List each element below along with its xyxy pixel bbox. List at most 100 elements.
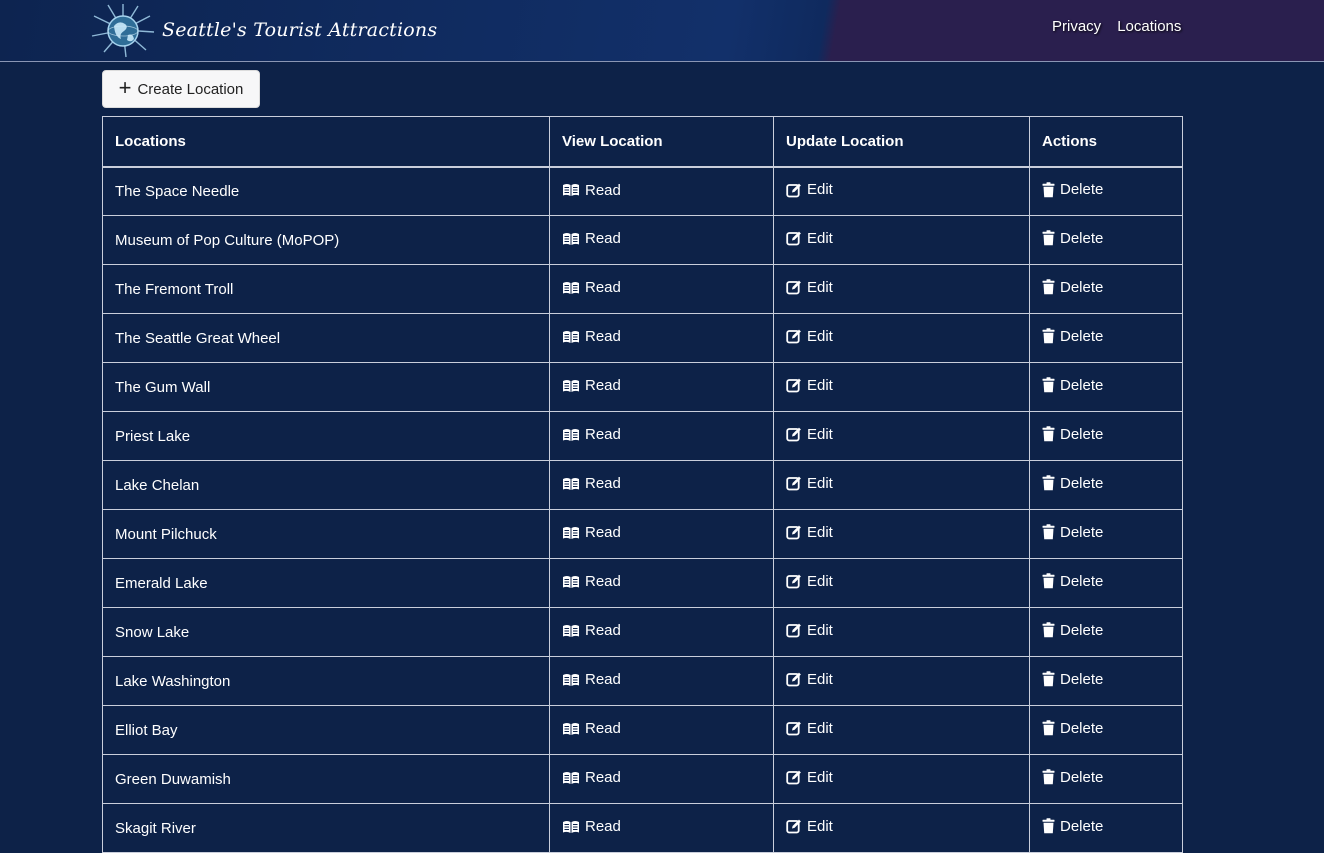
read-link[interactable]: Read [562,426,621,443]
trash-icon [1042,573,1055,589]
read-link[interactable]: Read [562,671,621,688]
table-row: Lake Chelan Read Edit Delete [102,460,1183,510]
delete-link[interactable]: Delete [1042,279,1103,296]
delete-link[interactable]: Delete [1042,377,1103,394]
delete-link[interactable]: Delete [1042,328,1103,345]
read-link[interactable]: Read [562,279,621,296]
table-header-row: Locations View Location Update Location … [102,116,1183,168]
read-link[interactable]: Read [562,182,621,199]
edit-square-icon [786,770,801,785]
read-link[interactable]: Read [562,328,621,345]
edit-label: Edit [807,425,833,443]
table-row: Museum of Pop Culture (MoPOP) Read Edit Del… [102,215,1183,265]
edit-link[interactable]: Edit [786,279,833,296]
edit-link[interactable]: Edit [786,573,833,590]
delete-link[interactable]: Delete [1042,671,1103,688]
location-name: The Fremont Troll [115,280,234,298]
delete-link[interactable]: Delete [1042,181,1103,198]
edit-link[interactable]: Edit [786,181,833,198]
edit-square-icon [786,427,801,442]
view-location-cell: Read [549,656,774,706]
location-name-cell: Emerald Lake [102,558,550,608]
update-location-cell: Edit [773,607,1030,657]
view-location-cell: Read [549,558,774,608]
view-location-cell: Read [549,460,774,510]
table-row: The Space Needle Read Edit Delete [102,166,1183,216]
delete-link[interactable]: Delete [1042,573,1103,590]
read-link[interactable]: Read [562,475,621,492]
delete-link[interactable]: Delete [1042,769,1103,786]
edit-link[interactable]: Edit [786,769,833,786]
read-label: Read [585,720,621,738]
edit-square-icon [786,183,801,197]
book-open-icon [563,428,579,441]
read-link[interactable]: Read [562,230,621,247]
view-location-cell: Read [549,509,774,559]
delete-link[interactable]: Delete [1042,720,1103,737]
edit-link[interactable]: Edit [786,328,833,345]
location-name: The Space Needle [115,182,240,200]
table-row: Green Duwamish Read Edit Delete [102,754,1183,804]
edit-link[interactable]: Edit [786,622,833,639]
actions-cell: Delete [1029,803,1183,853]
table-row: Priest Lake Read Edit Delete [102,411,1183,461]
location-name-cell: The Seattle Great Wheel [102,313,550,363]
table-body: The Space Needle Read Edit Delete Museum of … [102,166,1183,853]
read-label: Read [585,279,621,297]
actions-cell: Delete [1029,754,1183,804]
book-open-icon [563,673,579,686]
book-open-icon [563,771,579,784]
column-header-actions: Actions [1029,116,1183,168]
location-name-cell: Priest Lake [102,411,550,461]
table-row: The Gum Wall Read Edit Delete [102,362,1183,412]
book-open-icon [563,526,579,539]
table-row: The Fremont Troll Read Edit Delete [102,264,1183,314]
book-open-icon [563,624,579,637]
read-link[interactable]: Read [562,769,621,786]
edit-square-icon [786,525,801,540]
edit-link[interactable]: Edit [786,720,833,737]
edit-link[interactable]: Edit [786,818,833,835]
column-header-locations: Locations [102,116,550,168]
update-location-cell: Edit [773,754,1030,804]
book-open-icon [563,281,579,294]
delete-link[interactable]: Delete [1042,426,1103,443]
actions-cell: Delete [1029,313,1183,363]
actions-cell: Delete [1029,362,1183,412]
delete-label: Delete [1060,768,1104,786]
read-link[interactable]: Read [562,622,621,639]
edit-link[interactable]: Edit [786,426,833,443]
read-label: Read [585,377,621,395]
edit-link[interactable]: Edit [786,671,833,688]
edit-link[interactable]: Edit [786,230,833,247]
location-name-cell: Lake Chelan [102,460,550,510]
nav-link-privacy[interactable]: Privacy [1052,18,1101,35]
edit-link[interactable]: Edit [786,475,833,492]
edit-square-icon [786,574,801,589]
delete-link[interactable]: Delete [1042,475,1103,492]
nav-link-locations[interactable]: Locations [1117,18,1181,35]
location-name-cell: Lake Washington [102,656,550,706]
read-link[interactable]: Read [562,573,621,590]
delete-link[interactable]: Delete [1042,524,1103,541]
read-link[interactable]: Read [562,524,621,541]
update-location-cell: Edit [773,656,1030,706]
book-open-icon [563,722,579,735]
update-location-cell: Edit [773,705,1030,755]
delete-link[interactable]: Delete [1042,818,1103,835]
read-link[interactable]: Read [562,818,621,835]
edit-link[interactable]: Edit [786,377,833,394]
location-name: Skagit River [115,819,196,837]
brand[interactable]: Seattle's Tourist Attractions [88,2,437,58]
read-link[interactable]: Read [562,720,621,737]
actions-cell: Delete [1029,558,1183,608]
delete-link[interactable]: Delete [1042,622,1103,639]
read-link[interactable]: Read [562,377,621,394]
edit-link[interactable]: Edit [786,524,833,541]
delete-link[interactable]: Delete [1042,230,1103,247]
edit-label: Edit [807,376,833,394]
edit-square-icon [786,231,801,246]
create-location-button[interactable]: + Create Location [102,70,260,108]
edit-square-icon [786,672,801,687]
edit-square-icon [786,280,801,295]
